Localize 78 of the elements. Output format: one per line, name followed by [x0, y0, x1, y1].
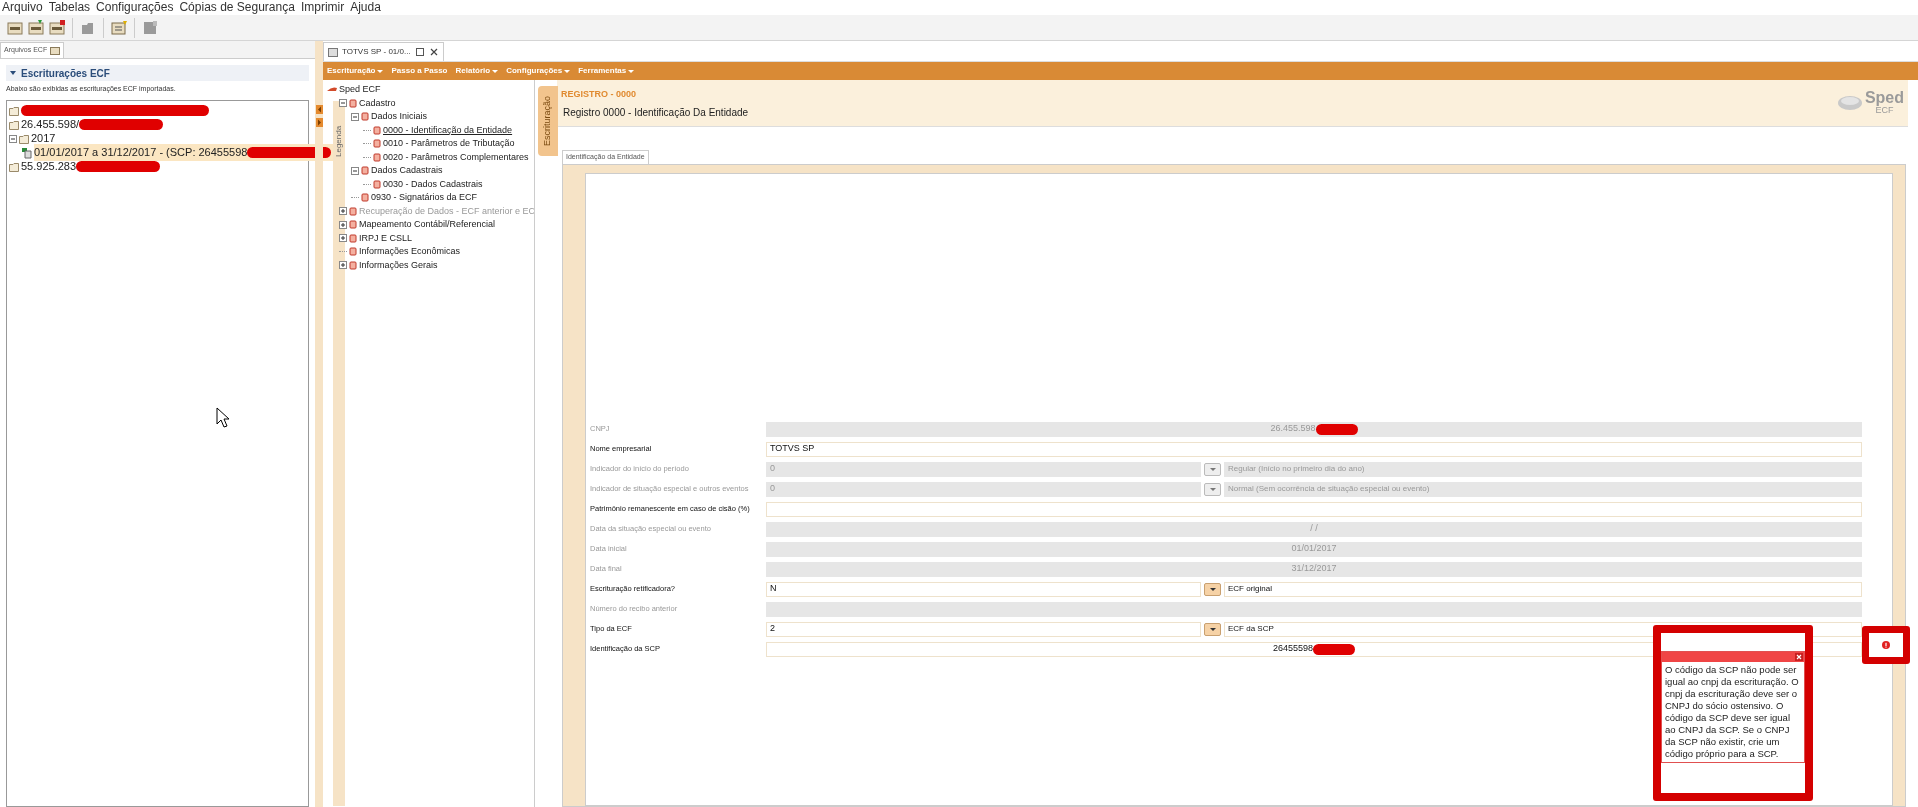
menu-item[interactable]: Tabelas: [48, 0, 91, 15]
tree-item[interactable]: 0000 - Identificação da Entidade: [383, 123, 513, 137]
input-field: / /: [766, 521, 1862, 537]
maximize-icon[interactable]: [414, 47, 425, 57]
logo-caption: ECF: [1875, 106, 1894, 115]
folder-icon: [19, 133, 29, 144]
tree-item[interactable]: Dados Iniciais: [371, 110, 428, 124]
folder-icon: [9, 119, 19, 130]
option-description: ECF original: [1224, 581, 1862, 597]
collapse-icon[interactable]: [351, 166, 359, 175]
ecf-delete-icon[interactable]: [48, 19, 66, 36]
caret-icon: [1209, 487, 1216, 491]
record-code: REGISTRO - 0000: [561, 88, 638, 101]
tree-item[interactable]: 55.925.283: [21, 158, 77, 175]
menu-item[interactable]: Arquivo: [2, 0, 43, 15]
close-icon[interactable]: [428, 47, 439, 57]
ecf-import-icon[interactable]: [27, 19, 45, 36]
menu-item[interactable]: Ajuda: [350, 0, 381, 15]
select-field[interactable]: 2: [766, 621, 1201, 637]
collapse-icon[interactable]: [339, 99, 347, 108]
tree-item[interactable]: 01/01/2017 a 31/12/2017 - (SCP: 26455598: [34, 144, 334, 161]
input-field: 26.455.598: [766, 421, 1862, 437]
dropdown-button[interactable]: [1204, 582, 1221, 596]
legend-label[interactable]: Legenda: [333, 112, 346, 157]
expand-icon[interactable]: [339, 220, 347, 229]
collapse-icon[interactable]: [9, 134, 17, 143]
tree-item[interactable]: 2017: [31, 130, 56, 147]
caret-icon[interactable]: [9, 69, 17, 77]
collapse-left-icon[interactable]: [315, 105, 323, 114]
ecf-file-icon: [50, 45, 61, 56]
section-header[interactable]: Escriturações ECF: [6, 65, 309, 81]
ecf-file-icon[interactable]: [6, 19, 24, 36]
ecf-entry-icon: [21, 146, 32, 159]
tree-item[interactable]: 0020 - Parâmetros Complementares: [383, 150, 529, 164]
dropdown-button[interactable]: [1204, 622, 1221, 636]
caret-icon: [1209, 467, 1216, 471]
expand-icon[interactable]: [339, 261, 347, 270]
tree-item[interactable]: Mapeamento Contábil/Referencial: [359, 218, 496, 232]
option-description: Regular (Início no primeiro dia do ano): [1224, 461, 1862, 477]
folder-icon: [9, 161, 19, 172]
expand-right-icon[interactable]: [315, 118, 323, 127]
legend-strip[interactable]: Legenda: [333, 100, 346, 806]
collapse-icon[interactable]: [351, 112, 359, 121]
edit-document-icon[interactable]: [110, 19, 128, 36]
menu-item[interactable]: Imprimir: [300, 0, 345, 15]
tree-item[interactable]: 0930 - Signatários da ECF: [371, 191, 478, 205]
tree-item[interactable]: Dados Cadastrais: [371, 164, 443, 178]
input-field: 01/01/2017: [766, 541, 1862, 557]
close-icon[interactable]: [1795, 653, 1803, 661]
record-title: Registro 0000 - Identificação Da Entidade: [562, 105, 750, 120]
expand-icon[interactable]: [339, 234, 347, 243]
option-description: Normal (Sem ocorrência de situação especial ou evento): [1224, 481, 1862, 497]
document-icon: [328, 46, 338, 58]
input-field: 31/12/2017: [766, 561, 1862, 577]
sped-icon: [327, 86, 337, 94]
tree-item[interactable]: 0010 - Parâmetros de Tributação: [383, 137, 515, 151]
error-message: O código da SCP não pode ser igual ao cnpj da escrituração. O cnpj da escrituração deve ser o CNPJ do sócio ostensivo. O código da SCP deve ser igual ao CNPJ da SCP. Se o CNPJ da SCP não existir, crie um código próprio para a SCP.: [1664, 663, 1800, 761]
caret-icon: [1209, 587, 1216, 591]
tree-item[interactable]: Cadastro: [359, 96, 396, 110]
tree-item[interactable]: IRPJ E CSLL: [359, 231, 413, 245]
document-icon[interactable]: [141, 19, 159, 36]
tree-item[interactable]: 0030 - Dados Cadastrais: [383, 177, 483, 191]
menu-item[interactable]: Cópias de Segurança: [179, 0, 295, 15]
tree-item[interactable]: Informações Econômicas: [359, 245, 461, 259]
logo-text: Sped: [1864, 90, 1904, 106]
caret-icon: [1209, 627, 1216, 631]
mouse-cursor-icon: [216, 407, 230, 428]
side-tab[interactable]: Escrituração: [538, 86, 558, 156]
menu-item[interactable]: Configurações: [96, 0, 174, 15]
input-field[interactable]: TOTVS SP: [766, 441, 1862, 457]
tree-item[interactable]: Informações Gerais: [359, 258, 438, 272]
select-field[interactable]: N: [766, 581, 1201, 597]
folder-icon: [9, 105, 19, 116]
error-icon[interactable]: [1882, 641, 1890, 649]
input-field[interactable]: [766, 501, 1862, 517]
tree-item[interactable]: Sped ECF: [339, 83, 381, 97]
tree-item[interactable]: 26.455.598/: [21, 116, 80, 133]
document-tab[interactable]: TOTVS SP - 01/0...: [323, 42, 444, 61]
